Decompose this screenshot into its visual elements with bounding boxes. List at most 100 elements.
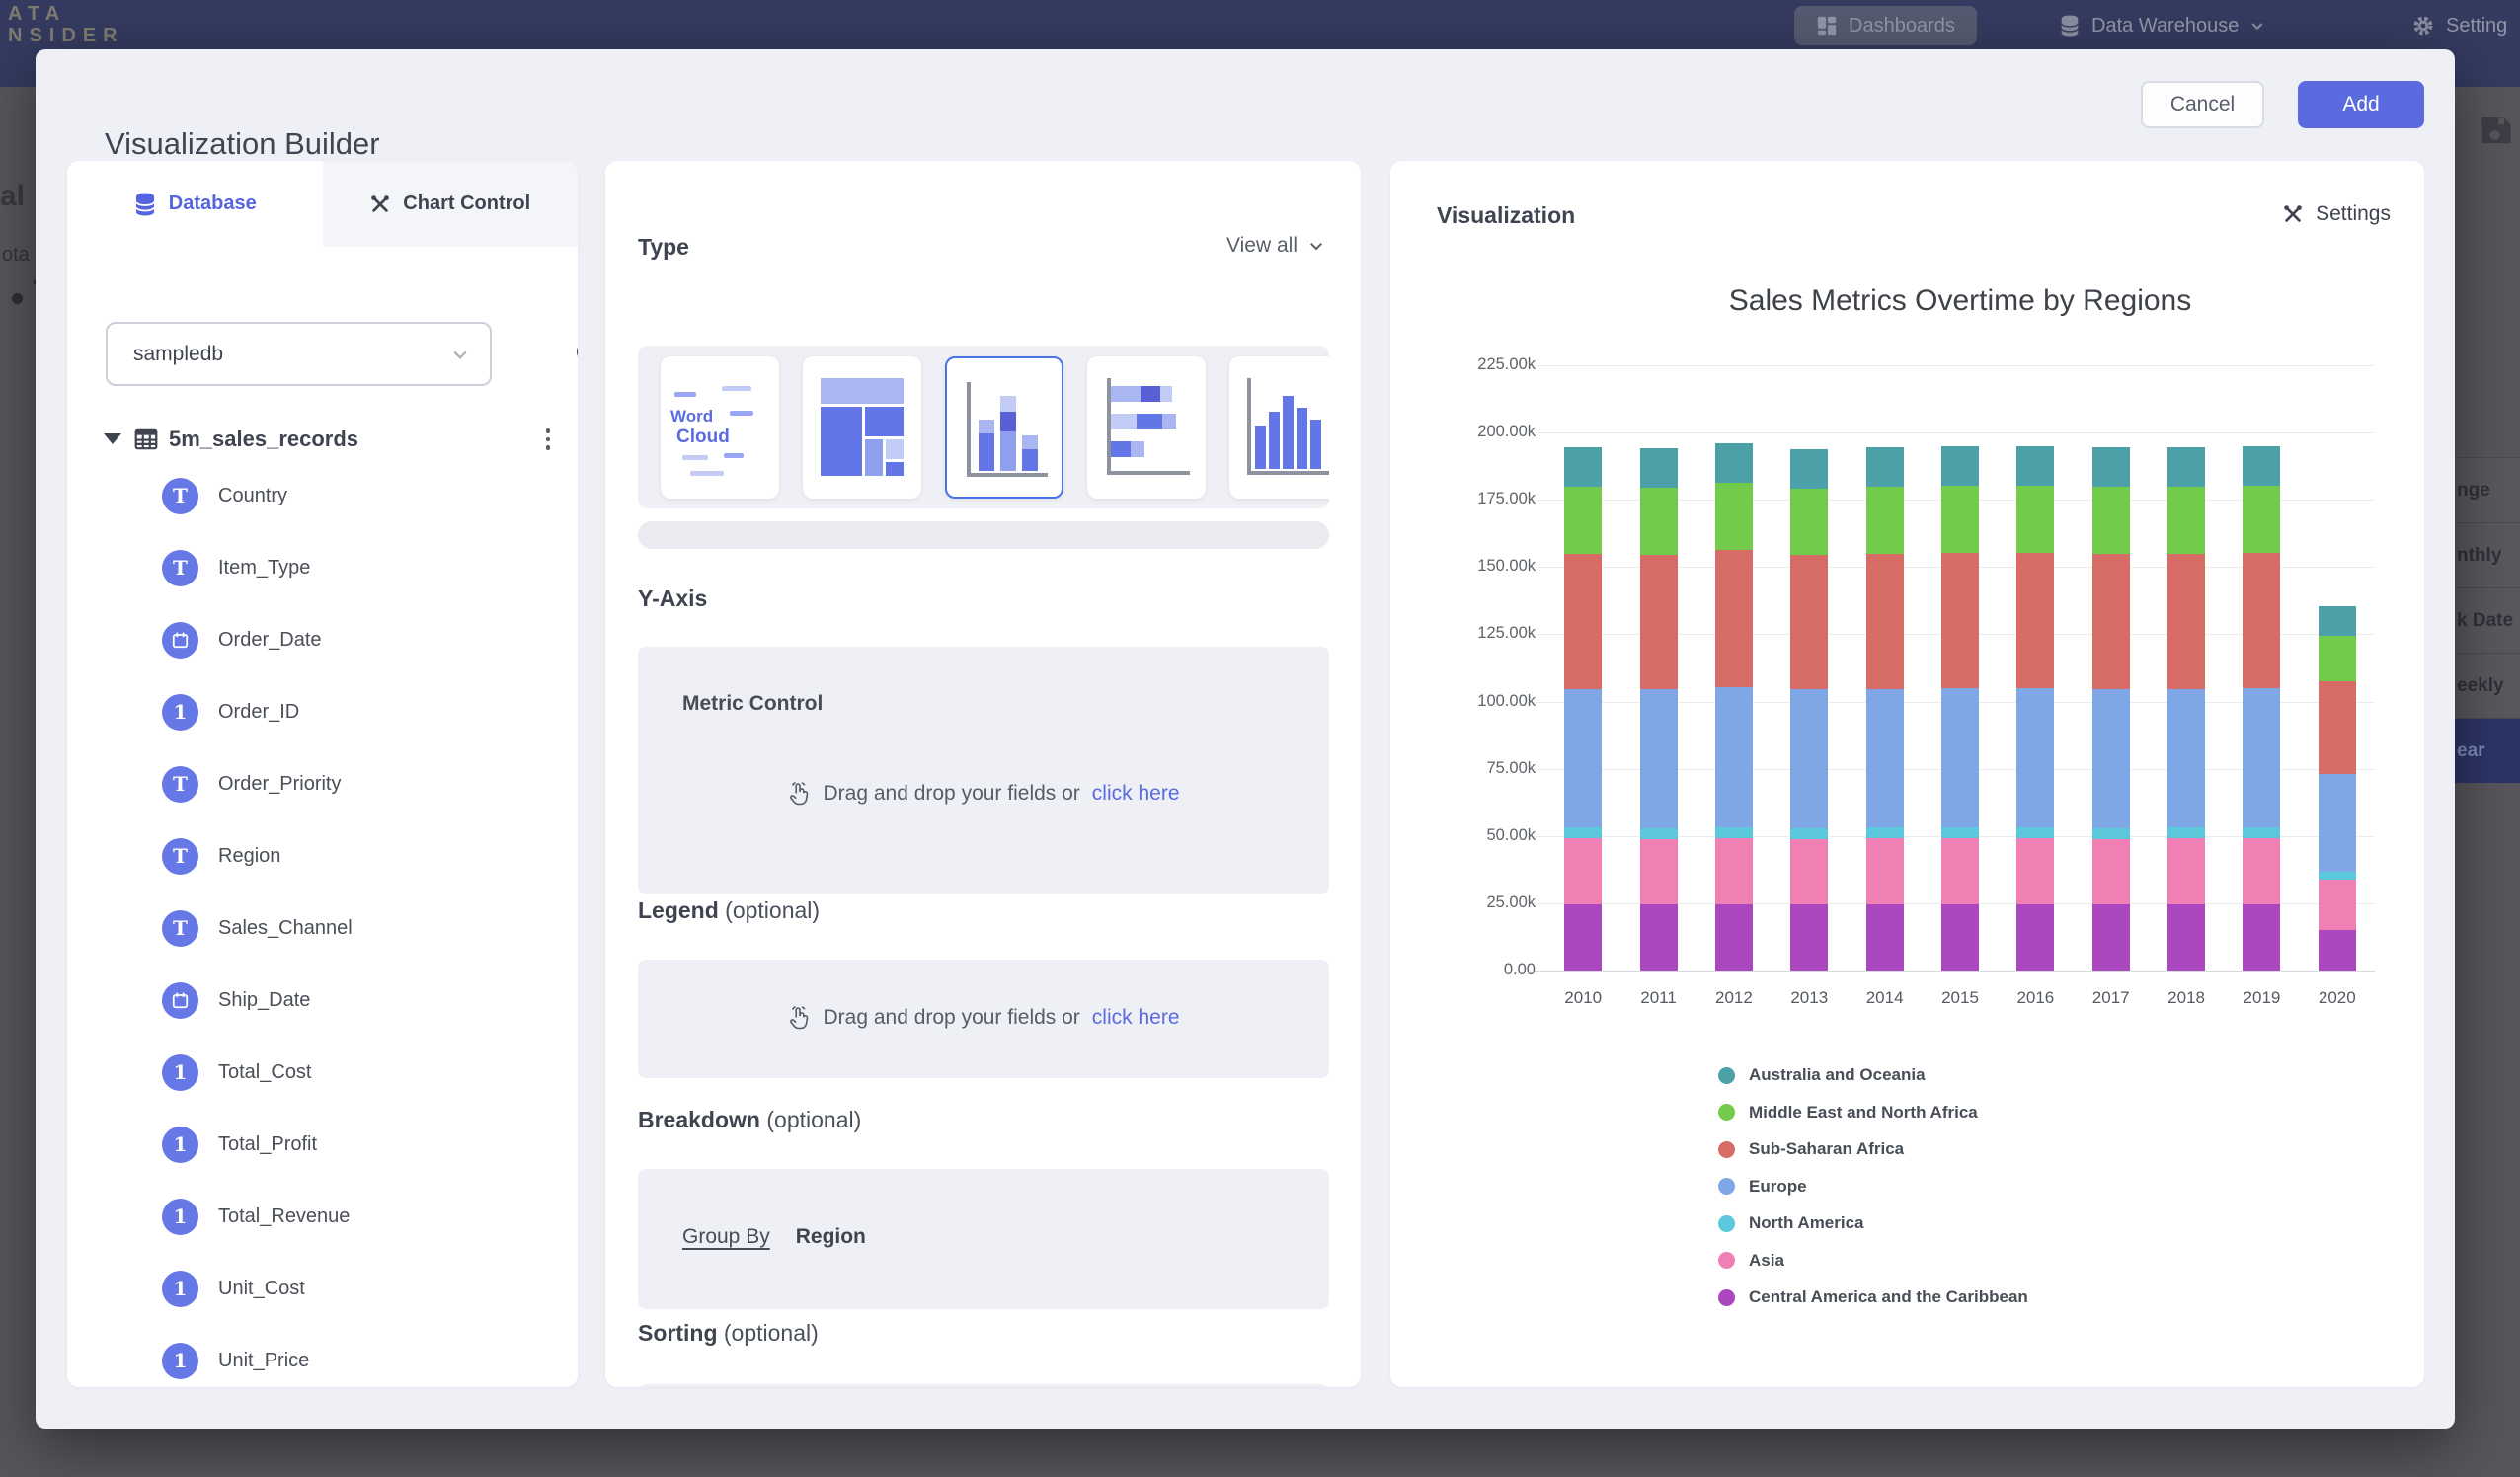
add-button[interactable]: Add — [2298, 81, 2424, 128]
chevron-down-icon — [450, 345, 470, 364]
bar-segment — [1941, 827, 1979, 838]
stacked-bar-2017[interactable] — [2092, 447, 2130, 971]
database-icon — [2059, 14, 2081, 38]
table-icon — [133, 427, 159, 452]
table-tree-node[interactable]: 5m_sales_records — [104, 425, 558, 454]
group-by-label[interactable]: Group By — [682, 1225, 770, 1249]
legend-label: Europe — [1749, 1177, 1807, 1197]
field-item-unit_price[interactable]: 1Unit_Price — [162, 1342, 309, 1379]
sorting-section-title: Sorting (optional) — [638, 1320, 819, 1347]
stacked-bar-2010[interactable] — [1564, 447, 1602, 971]
stacked-bar-2012[interactable] — [1715, 443, 1753, 971]
number-field-icon: 1 — [162, 1054, 198, 1091]
bar-segment — [2243, 486, 2280, 553]
nav-data-warehouse[interactable]: Data Warehouse — [2059, 6, 2265, 45]
chart-legend-item[interactable]: Sub-Saharan Africa — [1718, 1139, 1904, 1159]
tab-chart-control[interactable]: Chart Control — [323, 161, 579, 247]
sorting-panel[interactable]: Data Range Ascending — [638, 1384, 1329, 1387]
legend-dropzone[interactable]: Drag and drop your fields or click here — [638, 960, 1329, 1078]
caret-down-icon[interactable] — [104, 433, 121, 444]
stacked-bar-chart: 0.0025.00k50.00k75.00k100.00k125.00k150.… — [1390, 161, 2424, 1387]
field-item-total_revenue[interactable]: 1Total_Revenue — [162, 1198, 350, 1235]
drop-hint-text: Drag and drop your fields or — [823, 1006, 1079, 1030]
legend-dot — [1718, 1215, 1735, 1232]
chart-legend-item[interactable]: Australia and Oceania — [1718, 1065, 1926, 1085]
stacked-bar-2016[interactable] — [2016, 446, 2054, 971]
legend-label: Middle East and North Africa — [1749, 1103, 1978, 1123]
field-item-order_id[interactable]: 1 Order_ID — [162, 693, 299, 731]
bar-segment — [2016, 553, 2054, 688]
click-here-link[interactable]: click here — [1092, 782, 1180, 806]
field-item-item_type[interactable]: TItem_Type — [162, 549, 310, 586]
y-axis-tick-label: 150.00k — [1390, 557, 1536, 576]
type-carousel-scrollbar[interactable] — [638, 521, 1329, 549]
breakdown-panel[interactable]: Group By Region — [638, 1169, 1329, 1309]
bar-segment — [2243, 446, 2280, 486]
chart-legend-item[interactable]: Europe — [1718, 1177, 1807, 1197]
date-field-icon — [162, 622, 198, 659]
bar-segment — [1564, 554, 1602, 689]
field-item-country[interactable]: TCountry — [162, 477, 287, 514]
bar-segment — [2243, 553, 2280, 688]
bar-segment — [1640, 839, 1678, 904]
type-column[interactable] — [1229, 356, 1329, 499]
table-menu-kebab-icon[interactable] — [538, 425, 559, 454]
cancel-button[interactable]: Cancel — [2141, 81, 2264, 128]
nav-dashboards[interactable]: Dashboards — [1794, 6, 1977, 45]
stacked-bar-2018[interactable] — [2167, 447, 2205, 971]
bar-segment — [2167, 838, 2205, 904]
nav-settings[interactable]: Setting — [2411, 6, 2507, 45]
field-item-total_cost[interactable]: 1Total_Cost — [162, 1053, 312, 1091]
chart-legend-item[interactable]: Central America and the Caribbean — [1718, 1287, 2028, 1307]
stacked-bar-2015[interactable] — [1941, 446, 1979, 971]
save-icon[interactable] — [2479, 115, 2514, 151]
field-item-region[interactable]: TRegion — [162, 837, 280, 875]
bar-segment — [2092, 554, 2130, 689]
field-item-total_profit[interactable]: 1Total_Profit — [162, 1126, 317, 1163]
field-item-order_date[interactable]: Order_Date — [162, 621, 322, 659]
field-label: Total_Revenue — [218, 1205, 350, 1228]
field-item-order_priority[interactable]: TOrder_Priority — [162, 765, 341, 803]
type-treemap[interactable] — [803, 356, 921, 499]
chart-legend-item[interactable]: North America — [1718, 1213, 1864, 1233]
bar-segment — [1640, 488, 1678, 555]
chevron-down-icon — [2249, 18, 2265, 34]
x-axis-tick-label: 2012 — [1696, 988, 1772, 1008]
field-item-ship_date[interactable]: Ship_Date — [162, 981, 310, 1019]
type-stacked-bar[interactable] — [1087, 356, 1206, 499]
bar-segment — [1715, 483, 1753, 550]
field-item-unit_cost[interactable]: 1Unit_Cost — [162, 1270, 305, 1307]
legend-dot — [1718, 1178, 1735, 1195]
stacked-bar-2011[interactable] — [1640, 448, 1678, 971]
datasource-value: sampledb — [133, 343, 450, 366]
bar-segment — [1866, 487, 1904, 554]
number-field-icon: 1 — [162, 694, 198, 731]
legend-label: Australia and Oceania — [1749, 1065, 1926, 1085]
tap-hand-icon — [787, 1005, 811, 1031]
bar-segment — [1715, 838, 1753, 904]
type-stacked-column[interactable] — [945, 356, 1063, 499]
tab-database[interactable]: Database — [67, 161, 323, 247]
view-all-button[interactable]: View all — [1226, 234, 1325, 258]
bar-segment — [1790, 449, 1828, 489]
type-section-title: Type — [638, 234, 689, 261]
chevron-down-icon — [1307, 237, 1325, 255]
chart-legend-item[interactable]: Asia — [1718, 1251, 1784, 1271]
search-icon[interactable] — [573, 337, 578, 377]
chart-legend-item[interactable]: Middle East and North Africa — [1718, 1103, 1978, 1123]
stacked-bar-2019[interactable] — [2243, 446, 2280, 971]
stacked-bar-2014[interactable] — [1866, 447, 1904, 971]
y-axis-tick-label: 225.00k — [1390, 355, 1536, 374]
bar-segment — [1790, 489, 1828, 556]
stacked-bar-2020[interactable] — [2319, 606, 2356, 971]
field-label: Sales_Channel — [218, 917, 353, 940]
datasource-select[interactable]: sampledb — [106, 322, 492, 386]
metric-control-dropzone[interactable]: Metric Control Drag and drop your fields… — [638, 647, 1329, 894]
stacked-bar-2013[interactable] — [1790, 449, 1828, 971]
bar-segment — [2092, 487, 2130, 554]
bar-segment — [1564, 827, 1602, 838]
type-word-cloud[interactable]: Word Cloud — [661, 356, 779, 499]
field-label: Order_ID — [218, 701, 299, 724]
click-here-link[interactable]: click here — [1092, 1006, 1180, 1030]
field-item-sales_channel[interactable]: TSales_Channel — [162, 909, 353, 947]
